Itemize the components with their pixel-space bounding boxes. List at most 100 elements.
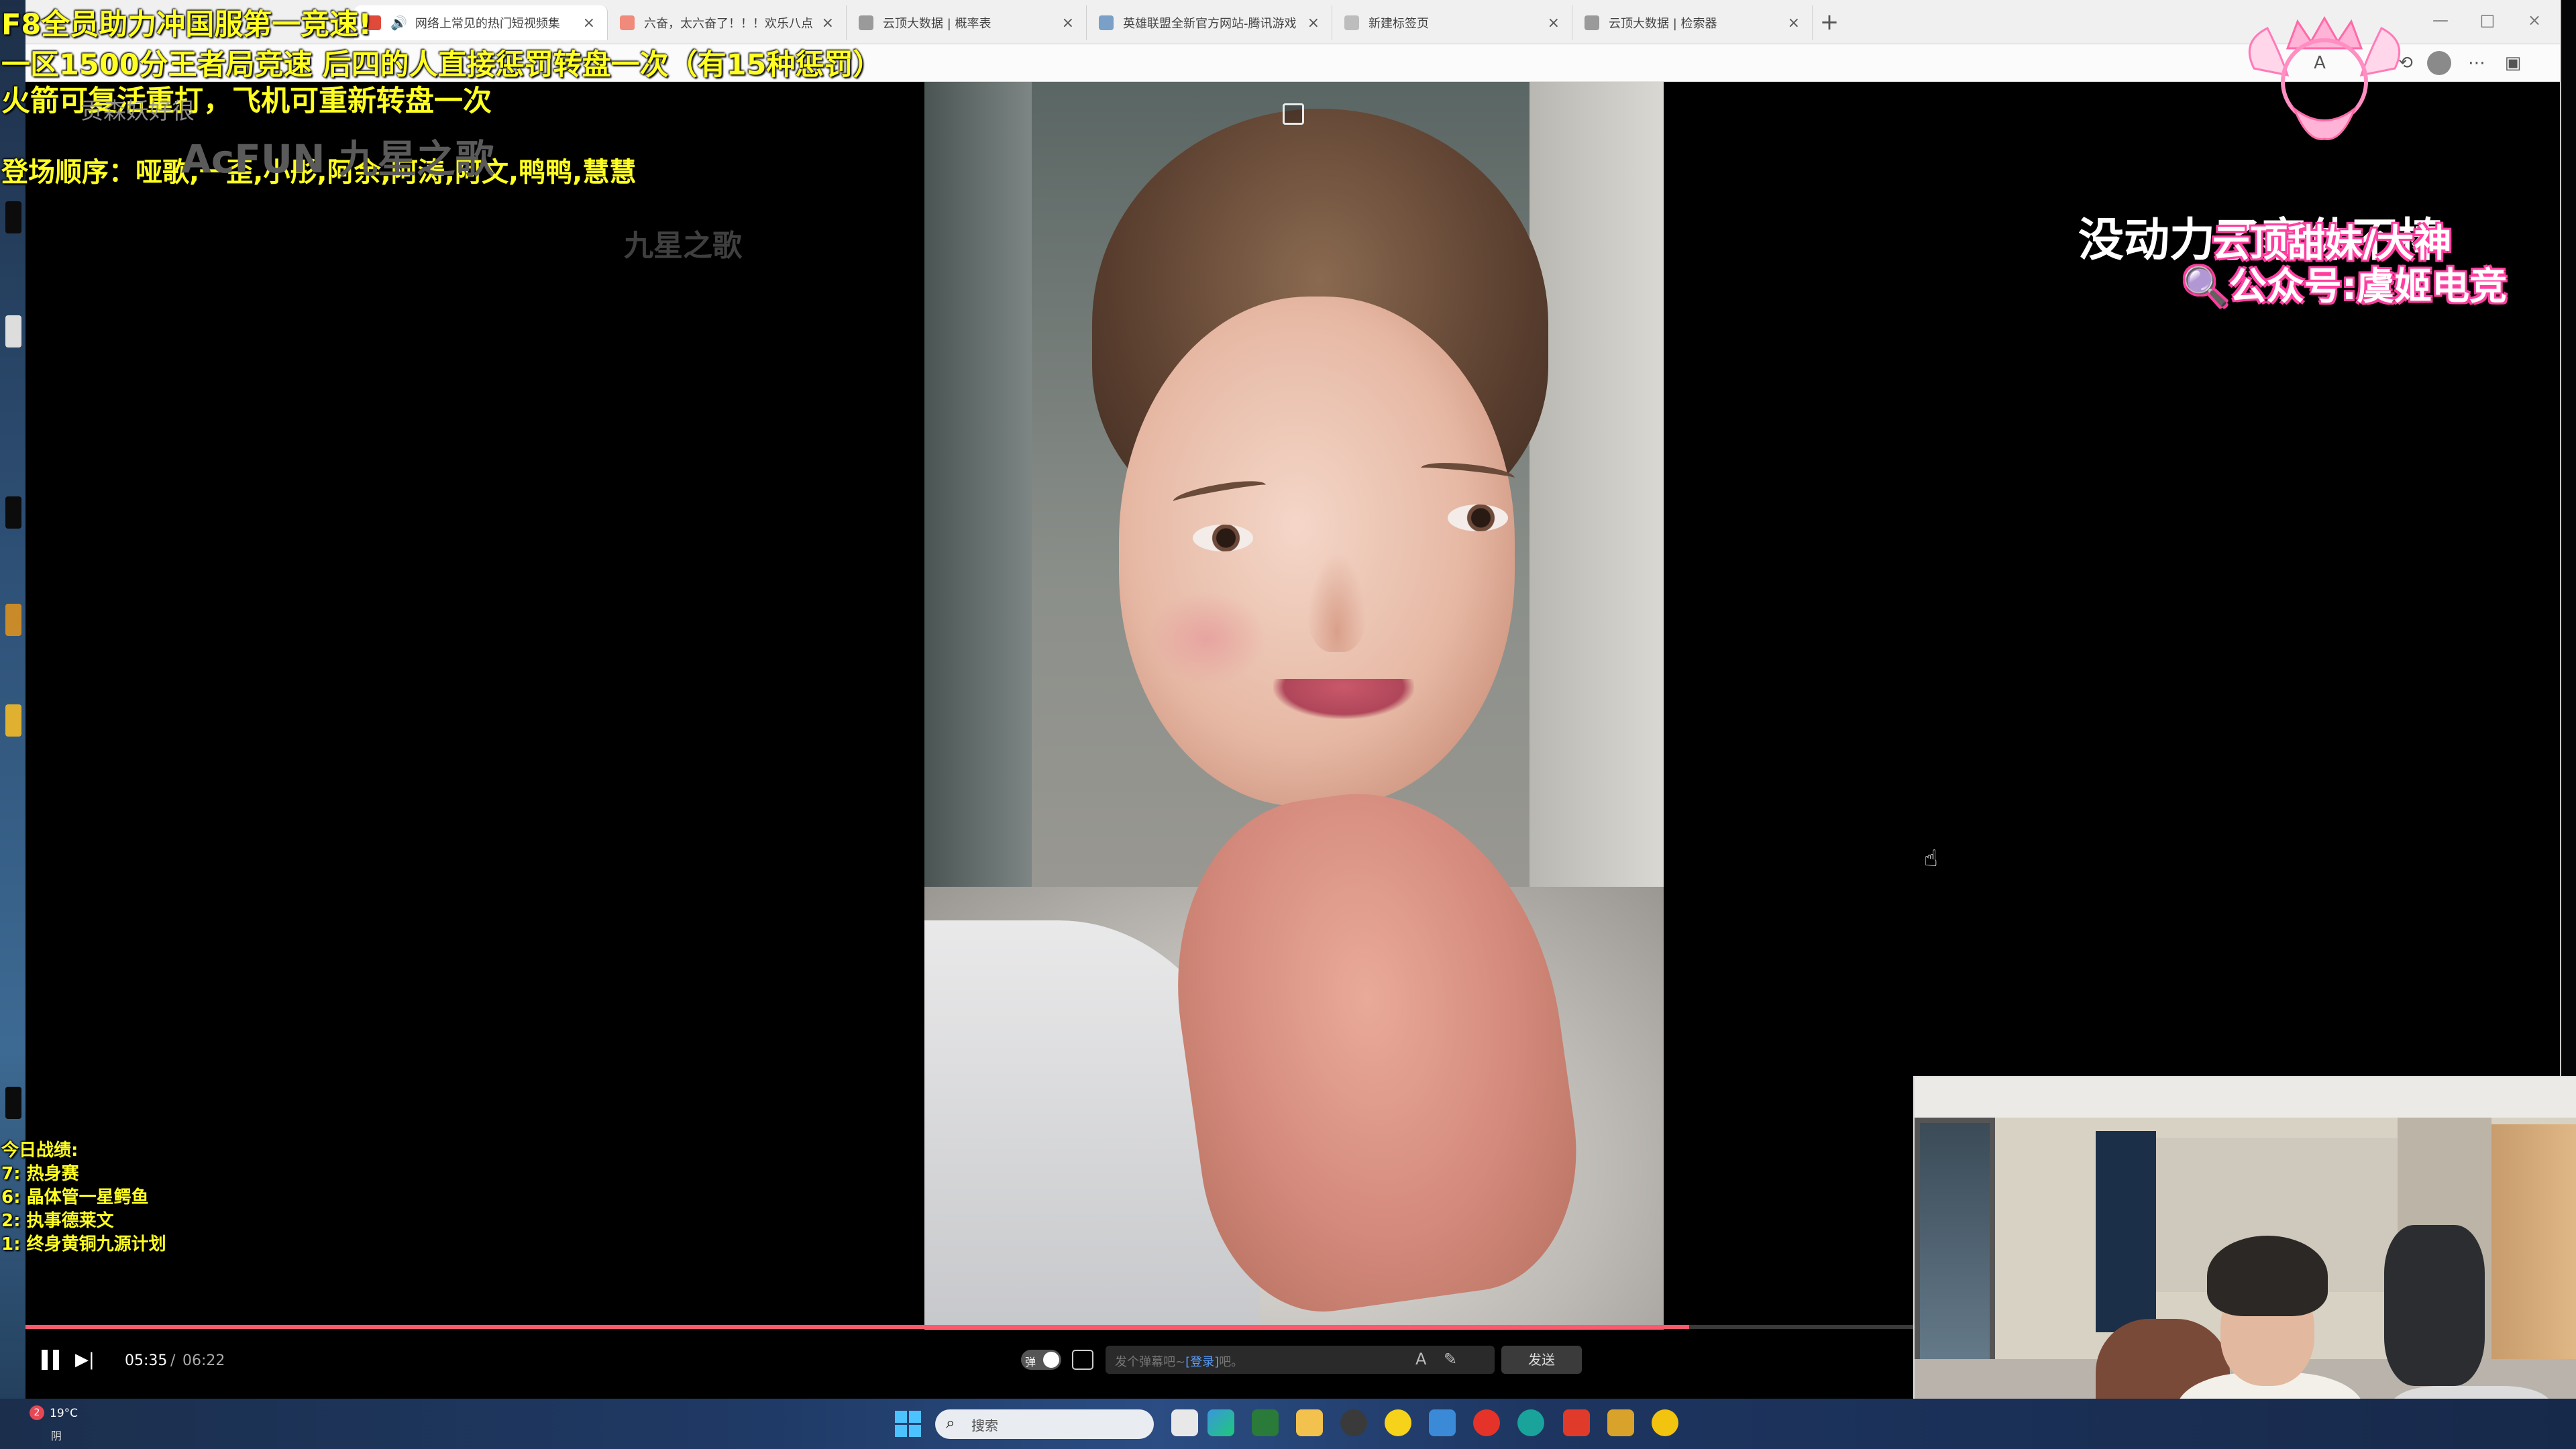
danmaku-settings-icon[interactable] xyxy=(1072,1350,1093,1370)
record-rank: 1: xyxy=(1,1234,21,1254)
desktop-icon[interactable] xyxy=(5,201,21,233)
webcam-curtain xyxy=(2096,1131,2156,1332)
league-icon[interactable] xyxy=(1607,1409,1634,1436)
fullscreen-icon[interactable] xyxy=(1283,103,1304,125)
tab-lol[interactable]: 英雄联盟全新官方网站-腾讯游戏 × xyxy=(1087,5,1332,40)
more-options-icon[interactable]: ⋯ xyxy=(2465,51,2489,75)
color-icon[interactable]: ✎ xyxy=(1444,1350,1457,1368)
tab-close-icon[interactable]: × xyxy=(1788,15,1800,32)
record-name: 晶体管一星鳄鱼 xyxy=(26,1187,149,1208)
avatar-icon[interactable] xyxy=(2427,51,2451,75)
video-nose xyxy=(1307,551,1367,652)
record-name: 执事德莱文 xyxy=(26,1211,114,1231)
webcam-office-chair xyxy=(2384,1225,2485,1386)
danmaku-toggle[interactable]: 弹 xyxy=(1021,1350,1061,1370)
login-link[interactable]: [登录] xyxy=(1185,1355,1219,1369)
video-mouth xyxy=(1273,679,1414,719)
tab-label: 网络上常见的热门短视频集 xyxy=(415,17,560,31)
webcam-window xyxy=(1915,1118,1995,1399)
overlay-right-pink-2: 🔍公众号:虞姬电竞 xyxy=(2182,265,2508,309)
tab-label: 英雄联盟全新官方网站-腾讯游戏 xyxy=(1123,17,1297,31)
tab-close-icon[interactable]: × xyxy=(1307,15,1320,32)
pinned-app-icon[interactable] xyxy=(1652,1409,1678,1436)
record-row: 7: 热身赛 xyxy=(1,1160,79,1185)
toggle-knob xyxy=(1043,1352,1059,1368)
tab-close-icon[interactable]: × xyxy=(1548,15,1560,32)
task-view-icon[interactable] xyxy=(1171,1409,1198,1436)
desktop-icon[interactable] xyxy=(5,604,21,636)
sogou-icon[interactable] xyxy=(1563,1409,1590,1436)
notepad-icon[interactable] xyxy=(1429,1409,1456,1436)
tab-close-icon[interactable]: × xyxy=(1062,15,1074,32)
file-explorer-icon[interactable] xyxy=(1296,1409,1323,1436)
next-icon[interactable]: ▶| xyxy=(75,1350,98,1373)
video-eye-right xyxy=(1448,504,1508,531)
notification-badge[interactable]: 2 xyxy=(30,1405,44,1420)
records-title: 今日战绩: xyxy=(1,1140,78,1161)
video-frame[interactable] xyxy=(924,82,1664,1330)
pause-button[interactable] xyxy=(42,1350,62,1373)
tab-new[interactable]: 新建标签页 × xyxy=(1332,5,1572,40)
search-placeholder: 搜索 xyxy=(971,1417,998,1434)
desktop-icon[interactable] xyxy=(5,704,21,737)
store-icon[interactable] xyxy=(1252,1409,1279,1436)
tab-bar: 🔊 网络上常见的热门短视频集 × 六奋，太六奋了！！！欢乐八点 × 云顶大数据 … xyxy=(25,0,2560,44)
maximize-button[interactable]: □ xyxy=(2467,7,2508,34)
tab-live[interactable]: 六奋，太六奋了！！！欢乐八点 × xyxy=(608,5,847,40)
tab-label: 云顶大数据 | 概率表 xyxy=(883,17,991,31)
tab-close-icon[interactable]: × xyxy=(583,15,595,32)
webcam-person-hair xyxy=(2207,1236,2328,1316)
video-eye-left xyxy=(1193,525,1253,551)
tab-favicon-icon xyxy=(1585,15,1599,30)
new-tab-button[interactable]: + xyxy=(1813,5,1846,39)
record-row: 1: 终身黄铜九源计划 xyxy=(1,1230,166,1255)
video-face xyxy=(1119,297,1515,806)
edge-icon[interactable] xyxy=(1208,1409,1234,1436)
overlay-faint-brand: 贡森妖好很 xyxy=(80,98,195,125)
tab-label: 六奋，太六奋了！！！欢乐八点 xyxy=(644,17,813,31)
minimize-button[interactable]: — xyxy=(2420,7,2461,34)
song-watermark: 九星之歌 xyxy=(624,229,742,263)
overlay-line-2: 一区1500分王者局竞速 后四的人直接惩罚转盘一次（有15种惩罚） xyxy=(1,48,882,82)
record-name: 热身赛 xyxy=(26,1164,79,1184)
overlay-line-1: F8全员助力冲国服第一竞速! xyxy=(1,8,372,42)
record-rank: 6: xyxy=(1,1187,21,1208)
weather-desc: 阴 xyxy=(51,1430,62,1442)
desktop-icon[interactable] xyxy=(5,315,21,347)
danmaku-placeholder: 发个弹幕吧~ xyxy=(1115,1355,1186,1369)
speaker-icon[interactable]: 🔊 xyxy=(390,15,407,31)
webcam-ceiling xyxy=(1915,1077,2576,1118)
start-button[interactable] xyxy=(895,1411,922,1438)
tab-favicon-icon xyxy=(1344,15,1359,30)
danmaku-input[interactable]: 发个弹幕吧~[登录]吧。 xyxy=(1106,1346,1495,1374)
overlay-line-3: 火箭可复活重打，飞机可重新转盘一次 xyxy=(1,85,492,118)
chrome-icon[interactable] xyxy=(1385,1409,1411,1436)
current-time: 05:35 xyxy=(125,1352,168,1369)
tab-label: 云顶大数据 | 检索器 xyxy=(1609,17,1717,31)
webcam-shelf xyxy=(2491,1124,2576,1393)
taskbar-search[interactable]: ⌕ 搜索 xyxy=(935,1409,1154,1439)
record-name: 终身黄铜九源计划 xyxy=(26,1234,166,1254)
tab-label: 新建标签页 xyxy=(1368,17,1429,31)
tab-close-icon[interactable]: × xyxy=(822,15,834,32)
close-window-button[interactable]: × xyxy=(2514,7,2555,34)
time-separator: / xyxy=(170,1352,176,1369)
tab-search[interactable]: 云顶大数据 | 检索器 × xyxy=(1572,5,1813,40)
tab-short-video[interactable]: 🔊 网络上常见的热门短视频集 × xyxy=(354,5,608,40)
sidebar-toggle-icon[interactable]: ▣ xyxy=(2501,51,2525,75)
font-style-icon[interactable]: A xyxy=(1415,1350,1426,1368)
desktop-icon[interactable] xyxy=(5,496,21,529)
netease-music-icon[interactable] xyxy=(1473,1409,1500,1436)
hand-cursor-icon: ☝ xyxy=(1924,845,1938,872)
steam-icon[interactable] xyxy=(1340,1409,1367,1436)
angel-logo-icon xyxy=(2248,15,2401,140)
desktop-icon[interactable] xyxy=(5,1087,21,1119)
video-cheek xyxy=(1146,592,1267,686)
tab-probability[interactable]: 云顶大数据 | 概率表 × xyxy=(847,5,1087,40)
send-button[interactable]: 发送 xyxy=(1501,1346,1582,1374)
danmaku-toggle-label: 弹 xyxy=(1025,1356,1036,1368)
weather-temp[interactable]: 19°C xyxy=(50,1407,78,1420)
total-time: 06:22 xyxy=(182,1352,225,1369)
app-icon[interactable] xyxy=(1517,1409,1544,1436)
tab-favicon-icon xyxy=(859,15,873,30)
